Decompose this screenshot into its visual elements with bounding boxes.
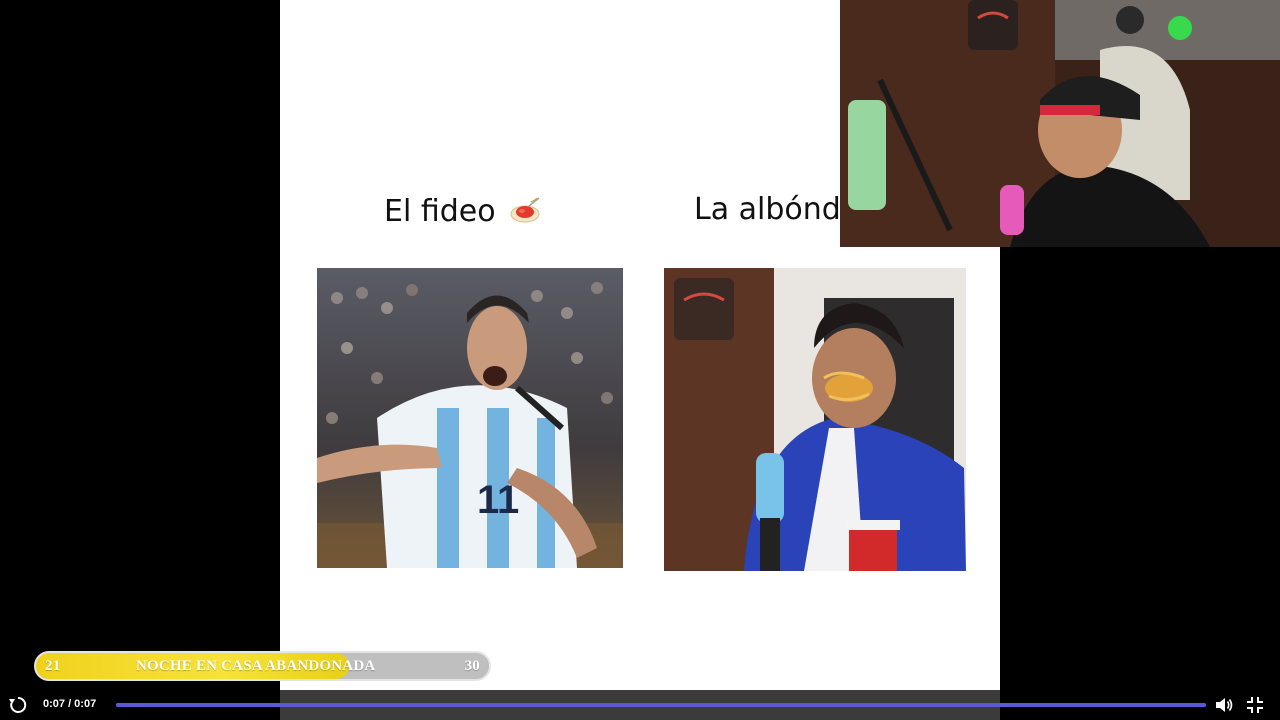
progress-title: NOCHE EN CASA ABANDONADA — [136, 658, 376, 674]
replay-icon[interactable] — [8, 695, 28, 715]
caption-left-text: El fideo — [384, 194, 496, 229]
caption-right: La albónd — [694, 192, 841, 227]
progress-start-number: 21 — [45, 658, 61, 674]
caption-left: El fideo — [384, 194, 541, 229]
exit-fullscreen-icon[interactable] — [1245, 695, 1265, 715]
streamer-eating-spaghetti-photo — [664, 268, 966, 571]
soccer-player-photo: 11 — [317, 268, 623, 568]
caption-right-text: La albónd — [694, 192, 841, 227]
streamer-webcam — [840, 0, 1280, 247]
seek-bar[interactable] — [116, 703, 1206, 707]
time-display: 0:07 / 0:07 — [43, 698, 97, 710]
seek-bar-fill — [116, 703, 1206, 707]
progress-end-number: 30 — [464, 658, 480, 674]
challenge-progress-pill: 21 NOCHE EN CASA ABANDONADA 30 — [34, 651, 491, 681]
volume-icon[interactable] — [1214, 695, 1234, 715]
svg-text:11: 11 — [477, 478, 519, 522]
spaghetti-icon — [510, 196, 540, 222]
